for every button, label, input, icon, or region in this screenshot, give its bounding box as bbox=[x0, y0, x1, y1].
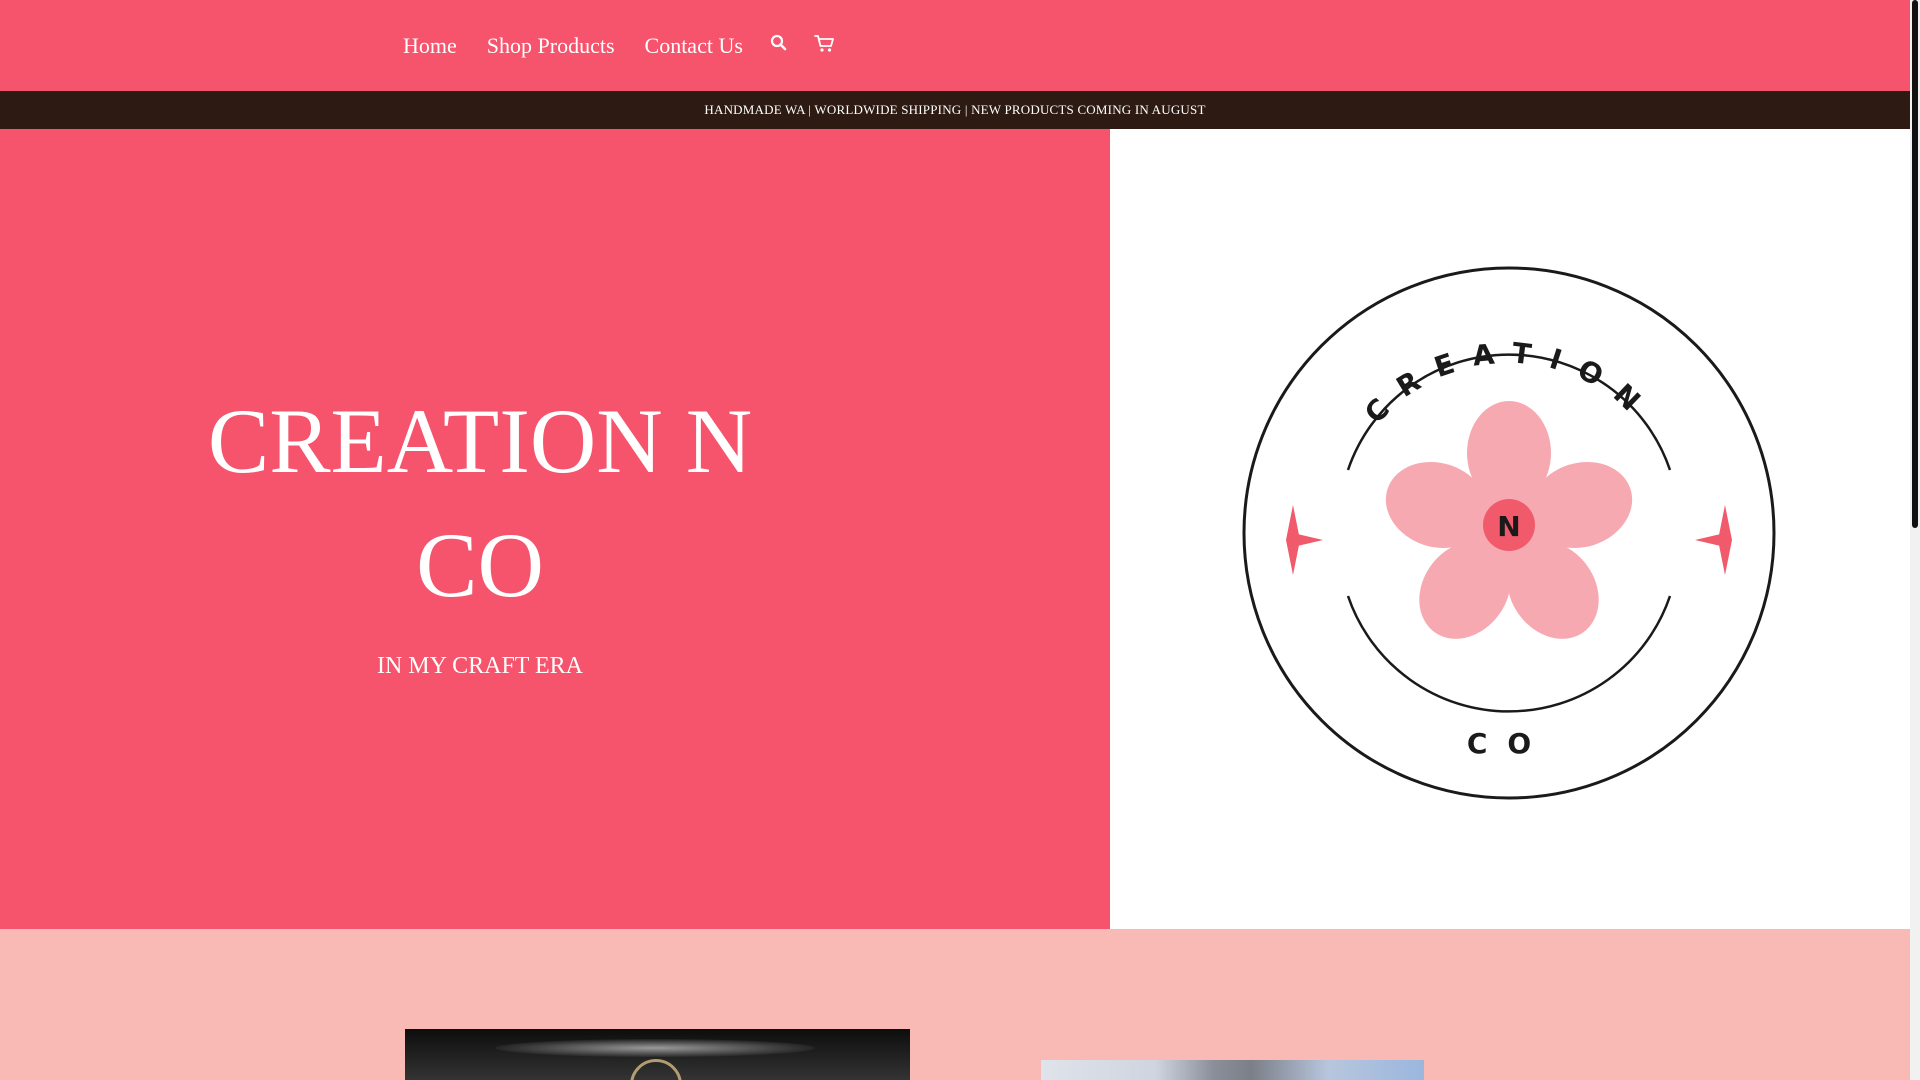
product-image-1-highlight bbox=[495, 1039, 815, 1057]
logo-center-letter: N bbox=[1497, 510, 1520, 543]
scrollbar[interactable] bbox=[1910, 0, 1920, 1080]
brand-logo: CREATION CO N bbox=[1242, 266, 1776, 800]
page: Home Shop Products Contact Us HANDMADE W bbox=[0, 0, 1910, 1080]
product-image-2[interactable] bbox=[1041, 1060, 1424, 1080]
hero-subtitle: IN MY CRAFT ERA bbox=[376, 653, 584, 679]
logo-bottom-text: CO bbox=[1467, 727, 1551, 760]
search-icon[interactable] bbox=[767, 31, 791, 55]
hero-title: CREATION N CO bbox=[207, 390, 753, 616]
featured-section bbox=[0, 929, 1910, 1080]
ring-icon bbox=[630, 1059, 682, 1080]
nav-shop-products[interactable]: Shop Products bbox=[487, 33, 615, 59]
site-header: Home Shop Products Contact Us bbox=[0, 0, 1910, 91]
announcement-bar: HANDMADE WA | WORLDWIDE SHIPPING | NEW P… bbox=[0, 91, 1910, 129]
header-icons bbox=[767, 31, 837, 55]
nav-home[interactable]: Home bbox=[403, 33, 457, 59]
main-nav: Home Shop Products Contact Us bbox=[403, 0, 773, 91]
nav-contact-us[interactable]: Contact Us bbox=[645, 33, 743, 59]
hero-panel: CREATION N CO IN MY CRAFT ERA bbox=[0, 129, 1110, 929]
scrollbar-thumb[interactable] bbox=[1912, 0, 1918, 528]
product-image-1[interactable] bbox=[405, 1029, 910, 1080]
announcement-text: HANDMADE WA | WORLDWIDE SHIPPING | NEW P… bbox=[704, 102, 1206, 117]
hero-image-panel: CREATION CO N bbox=[1110, 129, 1910, 929]
cart-icon[interactable] bbox=[813, 31, 837, 55]
